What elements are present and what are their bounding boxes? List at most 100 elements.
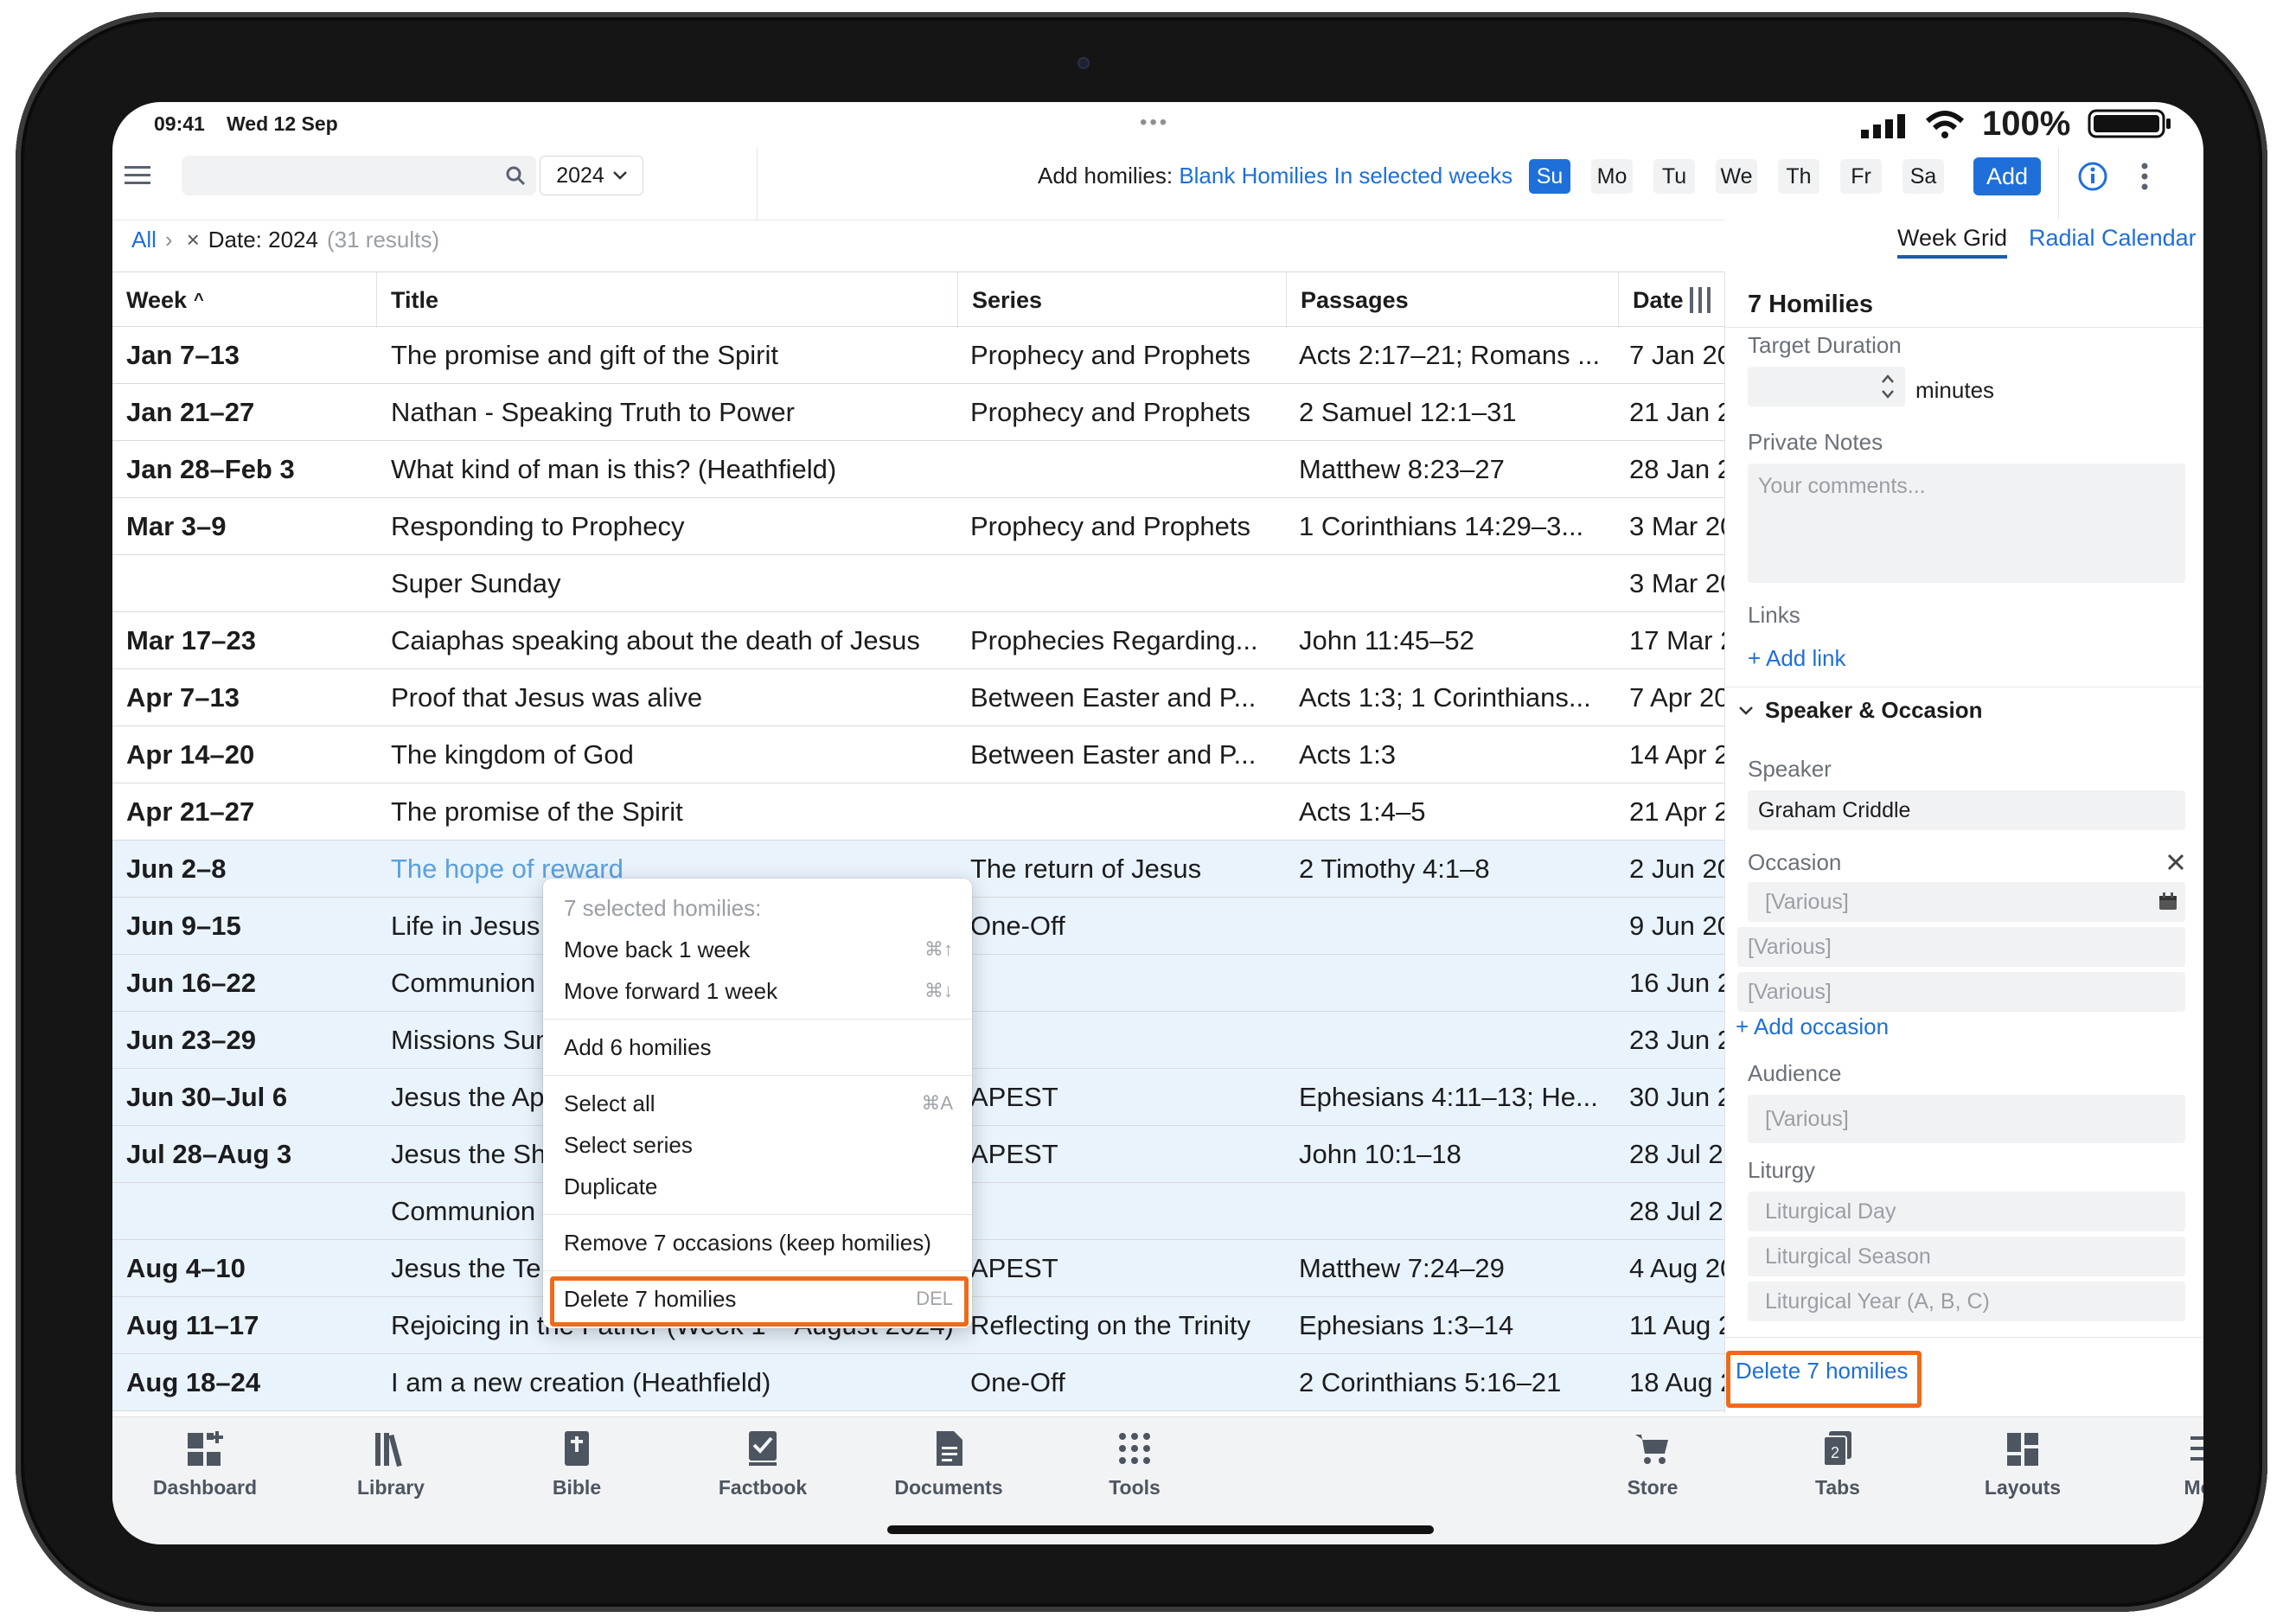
passages-cell: John 10:1–18 [1299,1139,1461,1169]
day-th-button[interactable]: Th [1778,159,1819,194]
speaker-field[interactable]: Graham Criddle [1748,790,2185,830]
select-all-item[interactable]: Select all ⌘A [543,1083,972,1124]
tab-library[interactable]: Library [326,1429,456,1499]
add-occasion-button[interactable]: + Add occasion [1736,1013,1889,1040]
add-button[interactable]: Add [1973,157,2041,195]
table-row[interactable]: Apr 21–27 The promise of the Spirit Acts 1… [112,783,1724,841]
multitask-dots-icon[interactable]: ••• [1140,111,1169,135]
passages-cell: Matthew 7:24–29 [1299,1253,1505,1283]
table-row[interactable]: Apr 7–13 Proof that Jesus was alive Betwee… [112,669,1724,726]
week-grid-tab[interactable]: Week Grid [1897,225,2008,259]
audience-field[interactable]: [Various] [1748,1095,2185,1143]
title-cell: Caiaphas speaking about the death of Jes… [391,625,920,655]
radial-calendar-tab[interactable]: Radial Calendar [2029,225,2197,252]
menu-icon[interactable] [125,163,150,189]
series-column-header[interactable]: Series [958,272,1287,328]
tab-dashboard[interactable]: Dashboard [140,1429,270,1499]
table-row[interactable]: Super Sunday 3 Mar 20 [112,555,1724,612]
day-sa-button[interactable]: Sa [1902,159,1944,194]
private-notes-field[interactable]: Your comments... [1748,464,2185,583]
day-tu-button[interactable]: Tu [1653,159,1695,194]
selected-weeks-link[interactable]: In selected weeks [1334,163,1513,189]
liturgical-year-field[interactable]: Liturgical Year (A, B, C) [1748,1282,2185,1321]
series-cell: One-Off [970,1367,1065,1397]
breadcrumb-chevron-icon: › [164,227,173,253]
series-cell: Prophecy and Prophets [970,511,1250,541]
tab-layouts[interactable]: Layouts [1958,1429,2088,1499]
series-cell: Prophecy and Prophets [970,397,1250,427]
day-we-button[interactable]: We [1716,159,1757,194]
move-forward-item[interactable]: Move forward 1 week ⌘↓ [543,970,972,1012]
shortcut-label: ⌘A [921,1092,953,1114]
private-notes-label: Private Notes [1748,429,1883,455]
tab-documents[interactable]: Documents [884,1429,1014,1499]
date-filter-chip[interactable]: Date: 2024 [208,227,318,253]
series-cell [958,1183,1287,1240]
table-row[interactable]: Apr 14–20 The kingdom of God Between Easte… [112,726,1724,783]
date-column-header[interactable]: Date [1619,272,1724,328]
clear-occasion-icon[interactable] [2166,853,2185,872]
tab-tabs[interactable]: 2 Tabs [1773,1429,1902,1499]
table-row[interactable]: Jan 21–27 Nathan - Speaking Truth to Powe… [112,384,1724,441]
delete-menu-highlight [550,1276,969,1327]
all-link[interactable]: All [131,227,157,253]
tab-label: Tools [1109,1476,1161,1499]
move-back-item[interactable]: Move back 1 week ⌘↑ [543,929,972,970]
occasion-field-3[interactable]: [Various] [1737,972,2185,1012]
day-su-button[interactable]: Su [1529,159,1570,194]
tab-tools[interactable]: Tools [1070,1429,1199,1499]
tab-bible[interactable]: Bible [512,1429,642,1499]
series-cell: One-Off [970,911,1065,941]
series-cell: The return of Jesus [970,854,1202,884]
week-cell: Aug 18–24 [126,1367,261,1397]
table-row[interactable]: Jan 28–Feb 3 What kind of man is this? (H… [112,441,1724,498]
blank-homilies-link[interactable]: Blank Homilies [1179,163,1327,189]
calendar-icon[interactable] [2158,892,2178,911]
remove-occasions-item[interactable]: Remove 7 occasions (keep homilies) [543,1222,972,1263]
speaker-occasion-section[interactable]: Speaker & Occasion [1739,697,1982,724]
factbook-icon [698,1429,828,1476]
toolbar-divider-2 [2058,147,2059,220]
title-column-header[interactable]: Title [377,272,958,328]
date-cell: 21 Apr 2 [1629,796,1724,827]
tab-label: Store [1627,1476,1679,1499]
duplicate-item[interactable]: Duplicate [543,1166,972,1207]
year-select[interactable]: 2024 [540,156,643,195]
table-row[interactable]: Jan 7–13 The promise and gift of the Spir… [112,327,1724,384]
occasion-field-1[interactable]: [Various] [1748,882,2185,922]
search-input[interactable] [182,156,536,195]
liturgical-day-field[interactable]: Liturgical Day [1748,1192,2185,1231]
remove-filter-icon[interactable]: × [187,227,200,253]
occasion-field-2[interactable]: [Various] [1737,927,2185,967]
add-homilies-item[interactable]: Add 6 homilies [543,1026,972,1068]
target-duration-label: Target Duration [1748,332,1902,358]
tab-store[interactable]: Store [1588,1429,1717,1499]
speaker-label: Speaker [1748,756,1832,782]
select-series-item[interactable]: Select series [543,1124,972,1166]
series-cell: APEST [970,1253,1058,1283]
passages-column-header[interactable]: Passages [1287,272,1619,328]
title-cell: Responding to Prophecy [391,511,685,541]
liturgical-season-field[interactable]: Liturgical Season [1748,1237,2185,1276]
passages-cell: Matthew 8:23–27 [1299,454,1505,484]
target-duration-stepper[interactable] [1748,367,1905,406]
table-row[interactable]: Mar 17–23 Caiaphas speaking about the dea… [112,612,1724,669]
battery-icon [2088,109,2171,138]
info-icon[interactable] [2077,161,2108,192]
table-row[interactable]: Mar 3–9 Responding to Prophecy Prophecy an… [112,498,1724,555]
series-cell [958,783,1287,841]
add-link-button[interactable]: + Add link [1748,645,1845,672]
day-mo-button[interactable]: Mo [1591,159,1633,194]
tab-more[interactable]: More [2143,1429,2203,1499]
tab-factbook[interactable]: Factbook [698,1429,828,1499]
table-row[interactable]: Aug 18–24 I am a new creation (Heathfield… [112,1354,1724,1411]
tab-label: More [2184,1476,2203,1499]
more-vertical-icon[interactable] [2139,161,2150,192]
home-indicator[interactable] [887,1525,1434,1534]
links-label: Links [1748,602,1800,628]
day-fr-button[interactable]: Fr [1840,159,1882,194]
tools-icon [1070,1429,1199,1476]
column-resize-icon[interactable] [1689,287,1713,313]
tab-label: Documents [894,1476,1003,1499]
week-column-header[interactable]: Week ^ [112,272,377,328]
